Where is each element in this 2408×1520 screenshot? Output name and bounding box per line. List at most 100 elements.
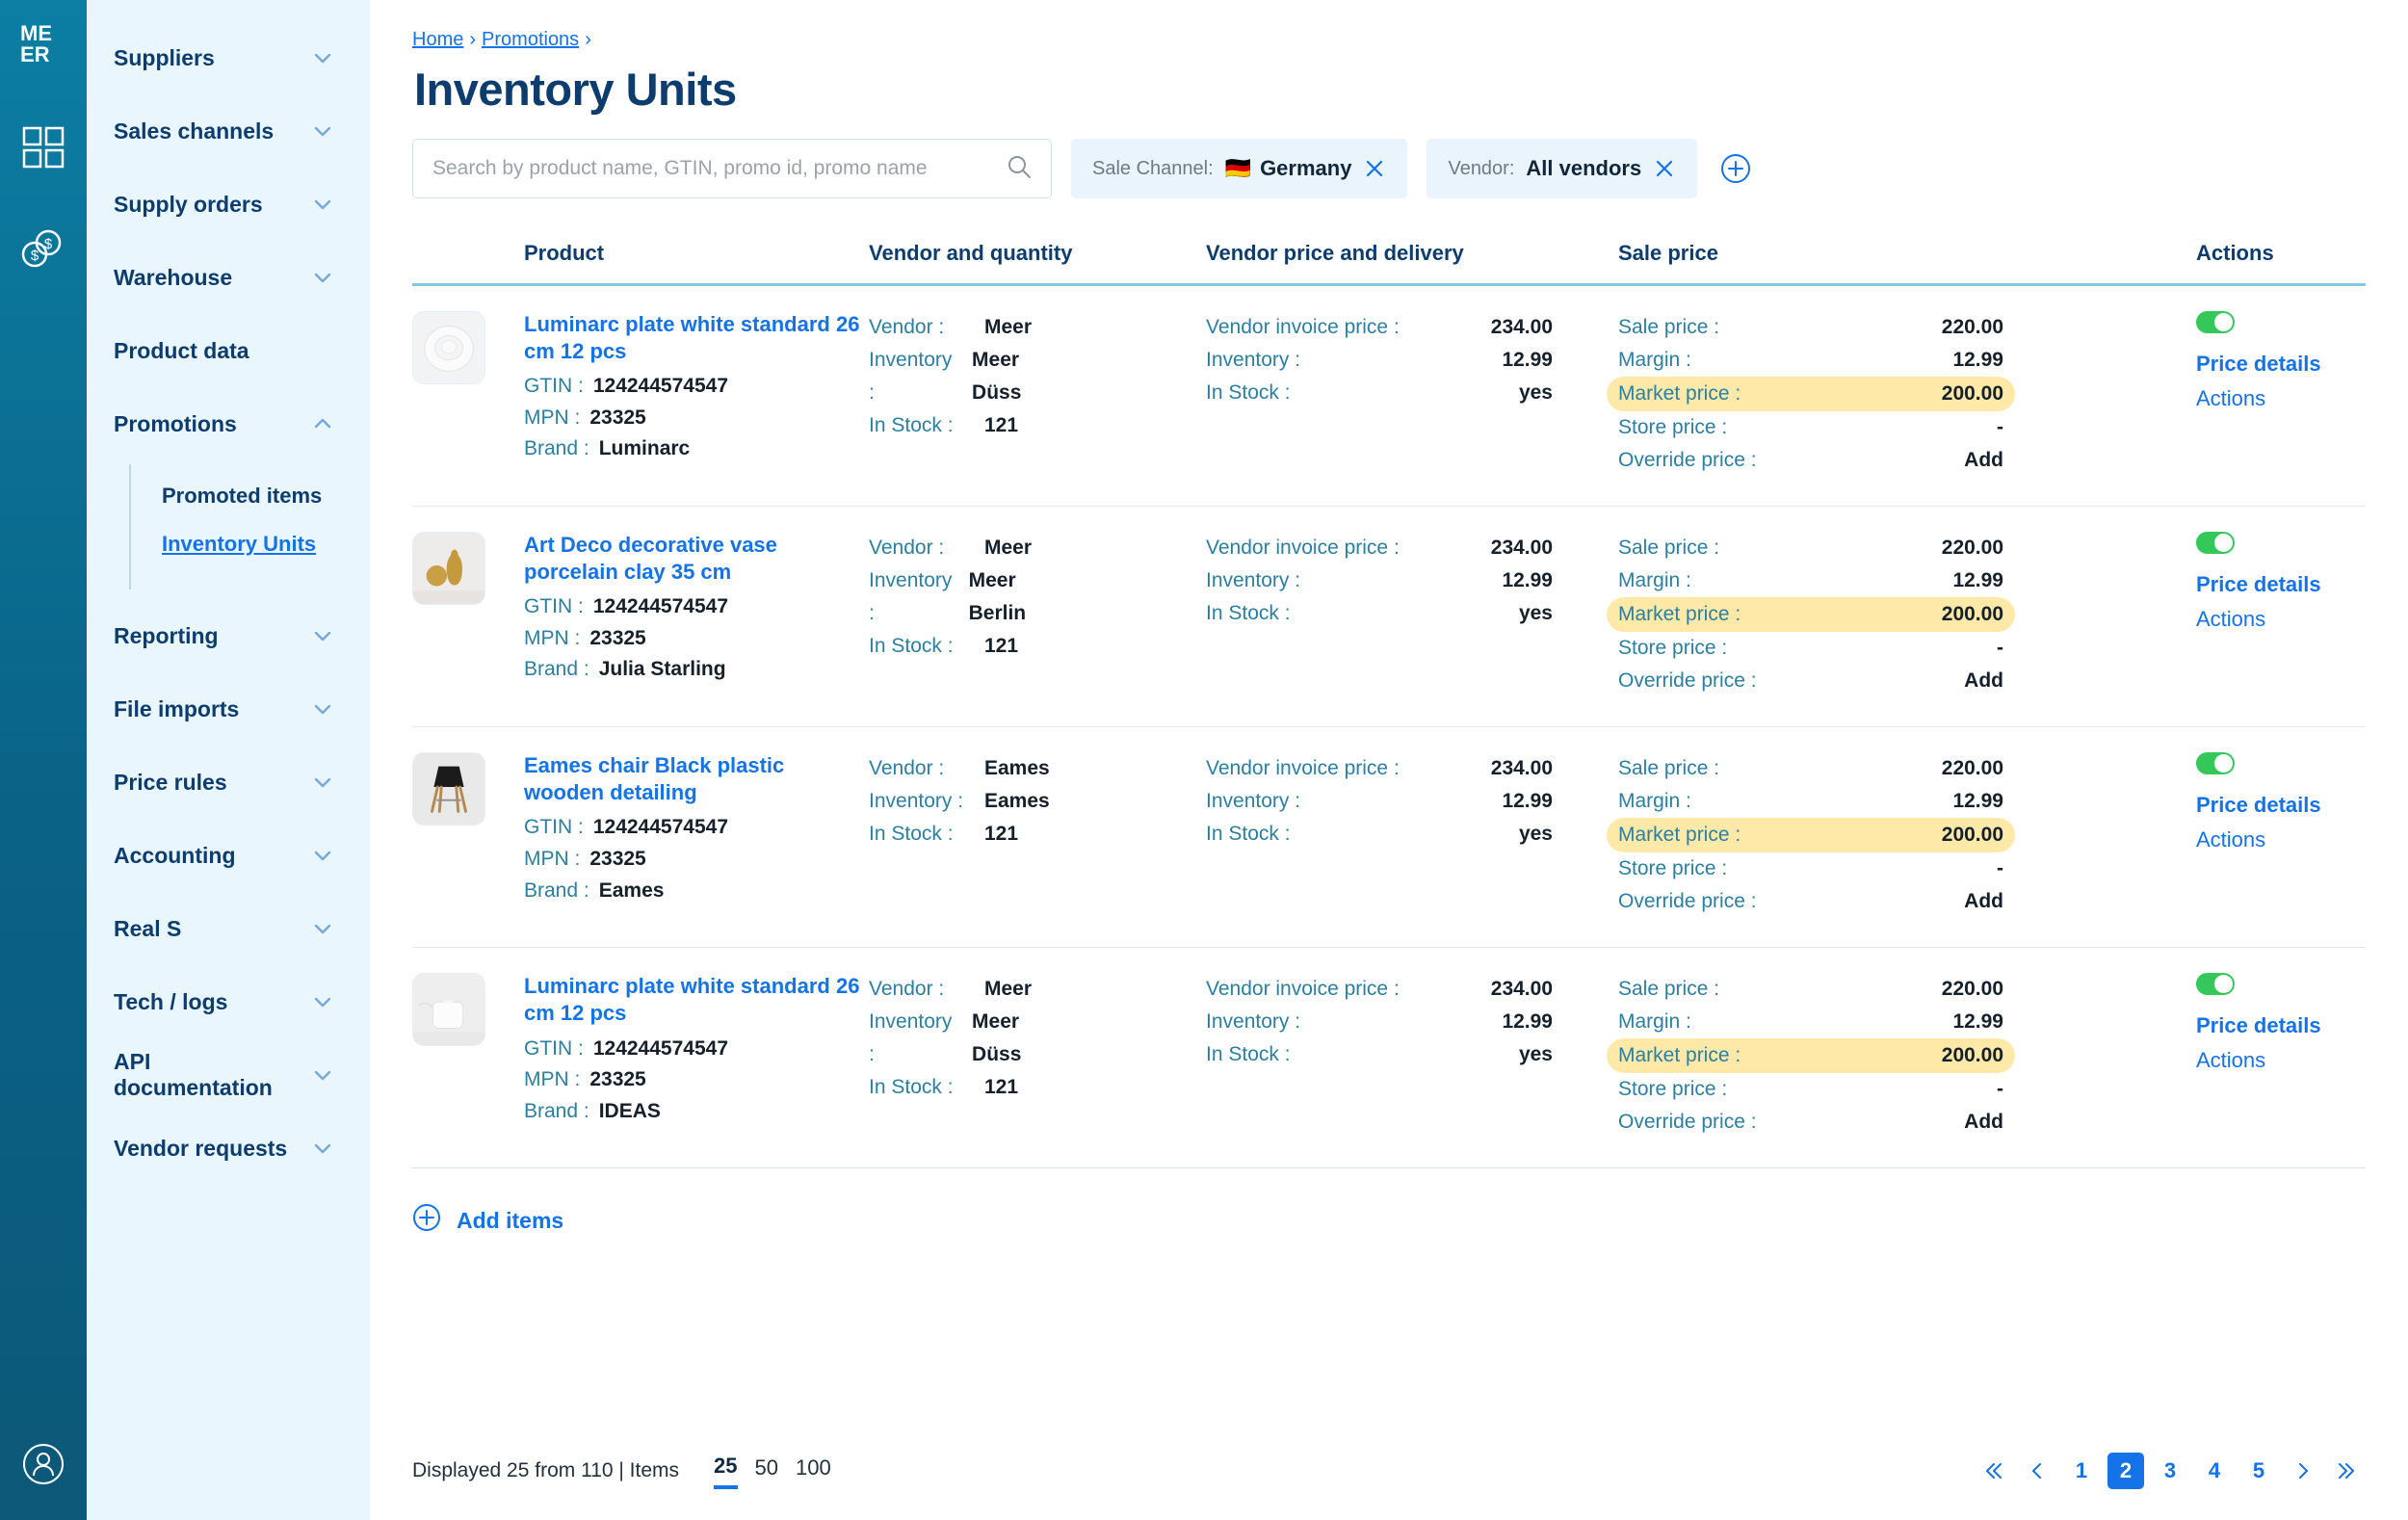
price-details-link[interactable]: Price details [2196,567,2366,602]
chevron-down-icon[interactable] [312,772,333,793]
chevron-down-icon[interactable] [312,194,333,215]
inventory-table: Product Vendor and quantity Vendor price… [412,241,2366,1169]
sidebar-item-inventory-units[interactable]: Inventory Units [131,520,370,568]
page-button-5[interactable]: 5 [2240,1453,2277,1489]
sidebar-item-label: Promotions [114,410,237,436]
breadcrumb-home[interactable]: Home [412,29,463,51]
product-name-link[interactable]: Art Deco decorative vase porcelain clay … [524,532,869,586]
chevron-down-icon[interactable] [312,918,333,939]
coins-icon[interactable]: $ $ [21,229,65,273]
chevron-down-icon[interactable] [312,845,333,866]
add-filter-button[interactable] [1720,153,1751,184]
filter-chip-sale-channel[interactable]: Sale Channel: 🇩🇪 Germany [1071,139,1408,198]
row-enabled-toggle[interactable] [2196,311,2235,333]
plus-circle-icon [412,1203,441,1238]
chevron-down-icon[interactable] [312,267,333,288]
attr-label: Brand : [524,658,589,681]
price-details-link[interactable]: Price details [2196,788,2366,823]
chevron-down-icon[interactable] [312,47,333,68]
user-circle-icon[interactable] [0,1443,87,1485]
page-button-1[interactable]: 1 [2063,1453,2100,1489]
chevron-down-icon[interactable] [312,991,333,1012]
row-actions-link[interactable]: Actions [2196,1043,2366,1078]
filter-chip-vendor[interactable]: Vendor: All vendors [1426,139,1698,198]
close-icon[interactable] [1363,157,1386,180]
row-actions-link[interactable]: Actions [2196,823,2366,857]
row-enabled-toggle[interactable] [2196,973,2235,996]
chevron-down-icon[interactable] [312,1064,333,1086]
delivery-inventory-row: Inventory : 12.99 [1206,1006,1553,1038]
sidebar-item-supply-orders[interactable]: Supply orders [87,168,370,241]
chip-key: Sale Channel: [1092,157,1214,179]
delivery-inventory-row: Inventory : 12.99 [1206,344,1553,377]
chevron-down-icon[interactable] [312,625,333,646]
vendor-invoice-price-row: Vendor invoice price : 234.00 [1206,311,1553,344]
chevron-left-icon[interactable] [2019,1453,2055,1489]
chip-value-text: Germany [1260,156,1352,180]
inventory-row: Inventory : Meer Berlin [869,564,1061,630]
cell-thumbnail [412,726,524,949]
row-actions-link[interactable]: Actions [2196,602,2366,637]
sidebar-item-vendor-requests[interactable]: Vendor requests [87,1112,370,1185]
page-size-50[interactable]: 50 [755,1455,778,1487]
chevron-up-icon[interactable] [312,413,333,434]
override-price-add-link[interactable]: Add [1964,1106,2003,1139]
product-name-link[interactable]: Luminarc plate white standard 26 cm 12 p… [524,973,869,1027]
sidebar-item-suppliers[interactable]: Suppliers [87,21,370,94]
sidebar-item-sales-channels[interactable]: Sales channels [87,94,370,168]
sidebar-item-real-s[interactable]: Real S [87,892,370,965]
sidebar-item-price-rules[interactable]: Price rules [87,746,370,819]
add-items-label: Add items [457,1207,564,1233]
search-icon[interactable] [1007,154,1032,184]
page-button-4[interactable]: 4 [2196,1453,2233,1489]
chevron-right-icon[interactable] [2285,1453,2321,1489]
add-items-button[interactable]: Add items [412,1203,2366,1238]
breadcrumb-promotions[interactable]: Promotions [482,29,579,51]
page-button-3[interactable]: 3 [2152,1453,2188,1489]
product-name-link[interactable]: Luminarc plate white standard 26 cm 12 p… [524,311,869,365]
sidebar-item-promotions[interactable]: Promotions [87,387,370,460]
row-enabled-toggle[interactable] [2196,752,2235,775]
chevron-down-icon[interactable] [312,120,333,142]
sidebar-item-product-data[interactable]: Product data [87,314,370,387]
row-actions-link[interactable]: Actions [2196,381,2366,416]
toggle-knob [2214,313,2233,331]
price-details-link[interactable]: Price details [2196,347,2366,381]
sidebar-item-warehouse[interactable]: Warehouse [87,241,370,314]
chevron-down-icon[interactable] [312,1138,333,1159]
sidebar-item-file-imports[interactable]: File imports [87,672,370,746]
sidebar-item-reporting[interactable]: Reporting [87,599,370,672]
sidebar-item-api-documentation[interactable]: API documentation [87,1038,370,1112]
chevron-down-icon[interactable] [312,698,333,720]
chevron-double-left-icon[interactable] [1975,1453,2011,1489]
attr-label: GTIN : [524,595,584,618]
override-price-add-link[interactable]: Add [1964,665,2003,697]
vendor-row: Vendor : Meer [869,532,1061,564]
chevron-double-right-icon[interactable] [2329,1453,2366,1489]
search-input[interactable] [432,157,1007,180]
row-enabled-toggle[interactable] [2196,532,2235,555]
sidebar-item-promoted-items[interactable]: Promoted items [131,472,370,520]
price-details-link[interactable]: Price details [2196,1009,2366,1043]
search-box[interactable] [412,139,1052,198]
page-size-100[interactable]: 100 [796,1455,831,1487]
field-label: In Stock : [1206,602,1291,625]
vendor-invoice-price-row: Vendor invoice price : 234.00 [1206,532,1553,564]
sidebar-item-accounting[interactable]: Accounting [87,819,370,892]
sidebar-item-tech-logs[interactable]: Tech / logs [87,965,370,1038]
field-value: Meer Berlin [968,569,1027,625]
page-button-2[interactable]: 2 [2107,1453,2144,1489]
attr-mpn: MPN : 23325 [524,1064,869,1096]
field-label: Margin : [1618,790,1691,813]
close-icon[interactable] [1653,157,1676,180]
override-price-add-link[interactable]: Add [1964,444,2003,477]
sale-price-block: Sale price : 220.00 Margin : 12.99 Market … [1607,311,2015,477]
app-logo[interactable]: ME ER [20,21,66,70]
grid-icon[interactable] [22,126,65,173]
page-size-25[interactable]: 25 [714,1454,738,1489]
field-value: Eames [984,790,1050,813]
field-value: 220.00 [1941,757,2003,780]
override-price-add-link[interactable]: Add [1964,885,2003,918]
field-value: Eames [984,757,1050,780]
product-name-link[interactable]: Eames chair Black plastic wooden detaili… [524,752,869,806]
